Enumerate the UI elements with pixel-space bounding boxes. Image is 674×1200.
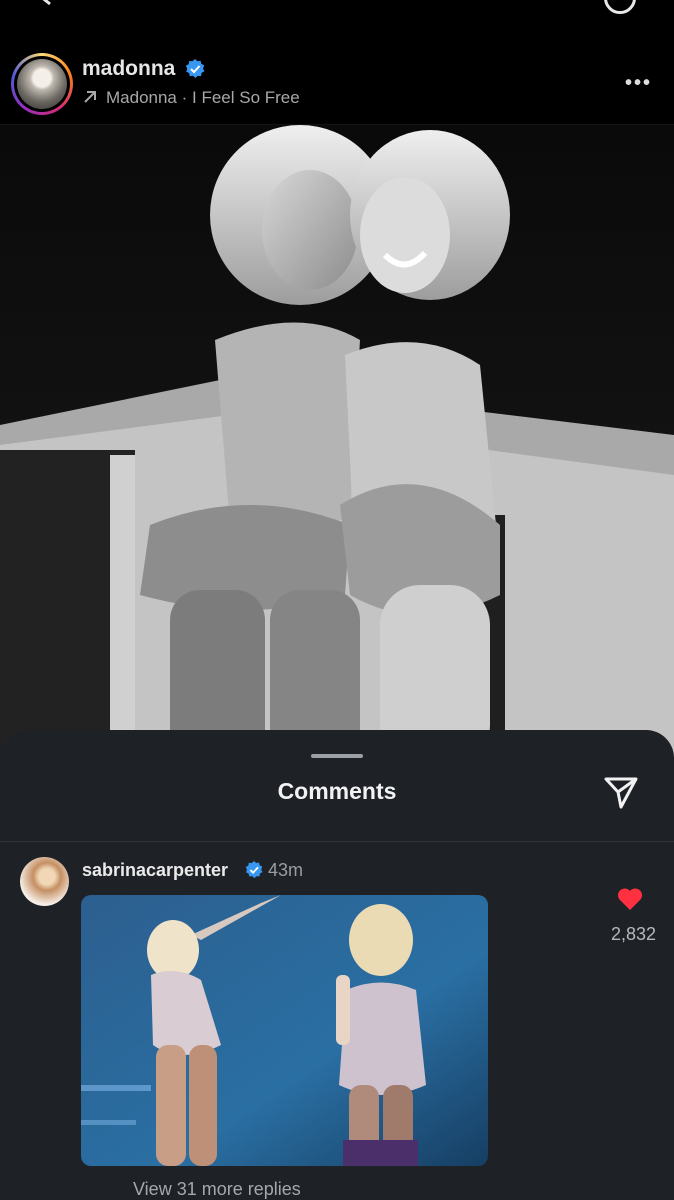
comments-sheet: Comments sabrinacarpenter 43m 2,832 View… <box>0 730 674 1200</box>
comment-username[interactable]: sabrinacarpenter <box>82 860 228 881</box>
audio-line[interactable]: Madonna · I Feel So Free <box>82 88 300 108</box>
comment-avatar[interactable] <box>20 857 69 906</box>
avatar-photo <box>17 59 67 109</box>
comment-time: 43m <box>268 860 304 880</box>
post-header: madonna Madonna · I Feel So Free ••• <box>0 40 674 125</box>
view-replies-link[interactable]: View 31 more replies <box>133 1179 301 1200</box>
divider <box>0 841 674 842</box>
verified-badge-icon <box>185 59 205 78</box>
verified-badge-icon <box>245 861 263 879</box>
top-bar <box>0 0 674 41</box>
back-icon[interactable] <box>36 0 56 6</box>
post-username[interactable]: madonna <box>82 57 175 81</box>
avatar[interactable] <box>11 53 73 115</box>
drag-handle[interactable] <box>311 754 363 758</box>
like-count: 2,832 <box>610 924 656 944</box>
arrow-up-right-icon <box>84 91 96 103</box>
post-image[interactable] <box>0 125 674 765</box>
audio-text: Madonna · I Feel So Free <box>106 88 300 107</box>
more-options-icon[interactable]: ••• <box>625 72 652 95</box>
sheet-title: Comments <box>277 778 397 804</box>
comment-media[interactable] <box>81 895 488 1166</box>
heart-icon[interactable] <box>617 887 643 911</box>
circle-icon[interactable] <box>604 0 636 14</box>
share-icon[interactable] <box>603 774 639 810</box>
